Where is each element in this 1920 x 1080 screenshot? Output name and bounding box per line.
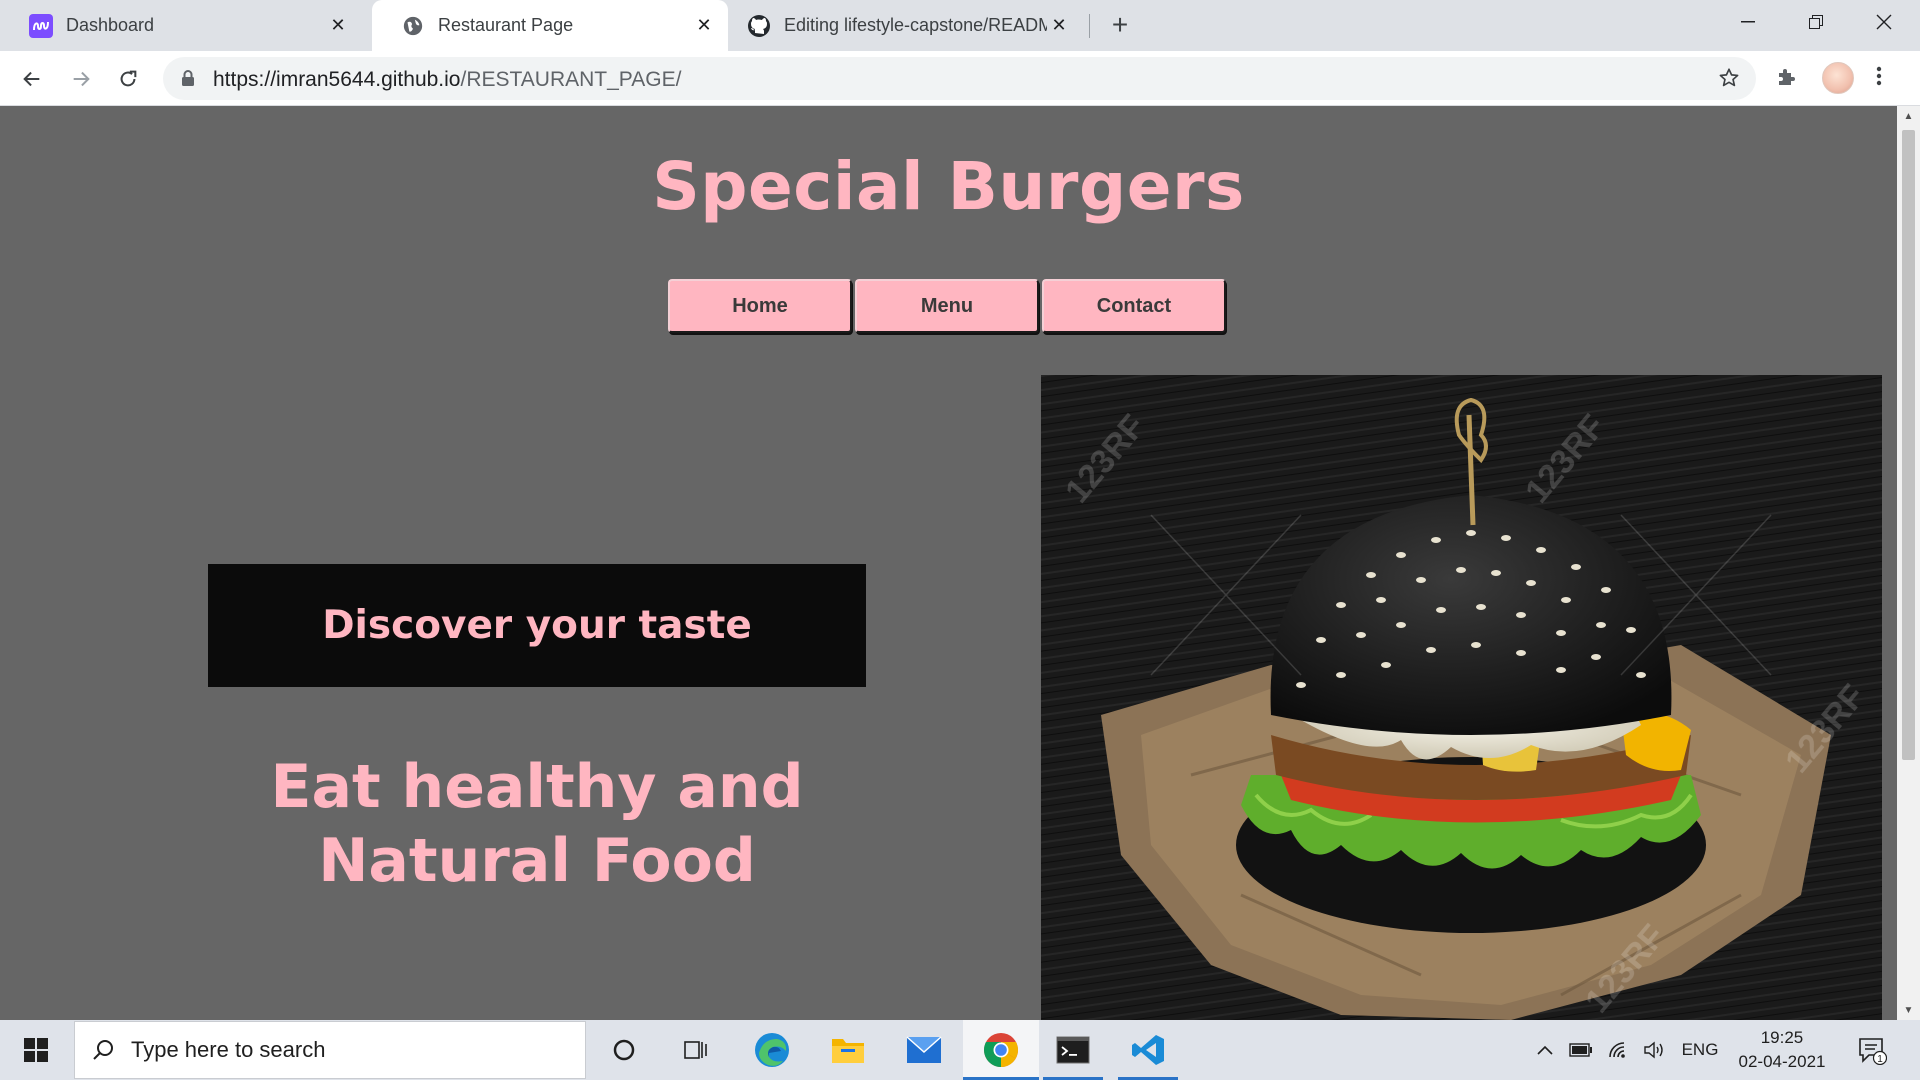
file-explorer-icon[interactable] — [818, 1020, 878, 1080]
vscode-icon[interactable] — [1118, 1020, 1178, 1080]
reload-icon[interactable] — [113, 64, 143, 94]
github-icon — [747, 14, 771, 38]
windows-taskbar: Type here to search ENG 19:25 02-04-2021 — [0, 1020, 1920, 1080]
close-window-icon[interactable] — [1850, 0, 1918, 44]
clock-date: 02-04-2021 — [1738, 1052, 1826, 1071]
page-scrollbar[interactable]: ▲ ▼ — [1897, 106, 1920, 1020]
tagline: Discover your taste — [322, 603, 752, 648]
terminal-icon[interactable] — [1043, 1020, 1103, 1080]
headline-line-1: Eat healthy and — [270, 752, 804, 822]
nav-menu-button[interactable]: Menu — [855, 279, 1039, 333]
tab-separator — [1089, 14, 1090, 38]
close-icon[interactable]: ✕ — [1047, 14, 1071, 38]
chrome-taskbar-icon[interactable] — [963, 1020, 1039, 1080]
tab-title: Dashboard — [66, 15, 155, 35]
tab-restaurant-page[interactable]: Restaurant Page ✕ — [372, 0, 728, 51]
bookmark-star-icon[interactable] — [1718, 67, 1740, 94]
close-icon[interactable]: ✕ — [692, 14, 716, 38]
url-host: https://imran5644.github.io — [213, 68, 461, 91]
close-icon[interactable]: ✕ — [326, 14, 350, 38]
forward-icon[interactable] — [66, 64, 96, 94]
search-placeholder: Type here to search — [131, 1037, 326, 1062]
windows-start-icon[interactable] — [0, 1020, 72, 1080]
more-menu-icon[interactable] — [1876, 64, 1882, 93]
globe-icon — [401, 14, 425, 38]
scroll-up-icon[interactable]: ▲ — [1897, 106, 1920, 126]
url-text[interactable]: https://imran5644.github.io/RESTAURANT_P… — [213, 68, 681, 92]
lock-icon[interactable] — [181, 70, 195, 92]
tab-title: Restaurant Page — [438, 15, 574, 35]
tab-dashboard[interactable]: Dashboard ✕ — [0, 0, 362, 51]
tab-title: Editing lifestyle-capstone/README — [784, 15, 1047, 35]
cortana-icon[interactable] — [594, 1020, 654, 1080]
system-clock[interactable]: 19:25 02-04-2021 — [1727, 1026, 1837, 1074]
profile-avatar[interactable] — [1822, 62, 1854, 94]
browser-toolbar: https://imran5644.github.io/RESTAURANT_P… — [0, 51, 1920, 106]
site-title: Special Burgers — [652, 148, 1245, 225]
tab-strip: Dashboard ✕ Restaurant Page ✕ Editing li… — [0, 0, 1920, 51]
restore-icon[interactable] — [1782, 0, 1850, 44]
nav-contact-button[interactable]: Contact — [1042, 279, 1226, 333]
wifi-icon[interactable] — [1604, 1020, 1634, 1080]
show-hidden-icons-icon[interactable] — [1530, 1020, 1560, 1080]
headline-line-2: Natural Food — [318, 826, 756, 896]
web-page: Special Burgers Home Menu Contact Discov… — [0, 106, 1897, 1020]
scroll-down-icon[interactable]: ▼ — [1897, 1000, 1920, 1020]
volume-icon[interactable] — [1640, 1020, 1670, 1080]
tagline-box: Discover your taste — [208, 564, 866, 687]
scroll-thumb[interactable] — [1902, 130, 1915, 760]
tab-github-readme[interactable]: Editing lifestyle-capstone/README ✕ — [731, 0, 1083, 51]
task-view-icon[interactable] — [666, 1020, 726, 1080]
url-path: /RESTAURANT_PAGE/ — [460, 68, 682, 91]
main-nav: Home Menu Contact — [668, 279, 1226, 333]
dashboard-app-icon — [29, 13, 53, 38]
search-icon — [91, 1038, 115, 1062]
address-bar[interactable]: https://imran5644.github.io/RESTAURANT_P… — [163, 57, 1756, 100]
burger-hero-image: 123RF 123RF 123RF 123RF — [1041, 375, 1882, 1020]
clock-time: 19:25 — [1760, 1028, 1804, 1047]
taskbar-search-input[interactable]: Type here to search — [74, 1021, 586, 1079]
back-icon[interactable] — [17, 64, 47, 94]
headline: Eat healthy and Natural Food — [208, 750, 866, 898]
minimize-icon[interactable] — [1714, 0, 1782, 44]
battery-icon[interactable] — [1566, 1020, 1596, 1080]
extensions-icon[interactable] — [1775, 64, 1799, 93]
edge-icon[interactable] — [742, 1020, 802, 1080]
input-language[interactable]: ENG — [1680, 1020, 1720, 1080]
nav-home-button[interactable]: Home — [668, 279, 852, 333]
new-tab-icon[interactable]: + — [1106, 11, 1134, 40]
mail-icon[interactable] — [894, 1020, 954, 1080]
notification-center-icon[interactable]: 1 — [1852, 1020, 1892, 1080]
notification-count: 1 — [1877, 1054, 1883, 1065]
